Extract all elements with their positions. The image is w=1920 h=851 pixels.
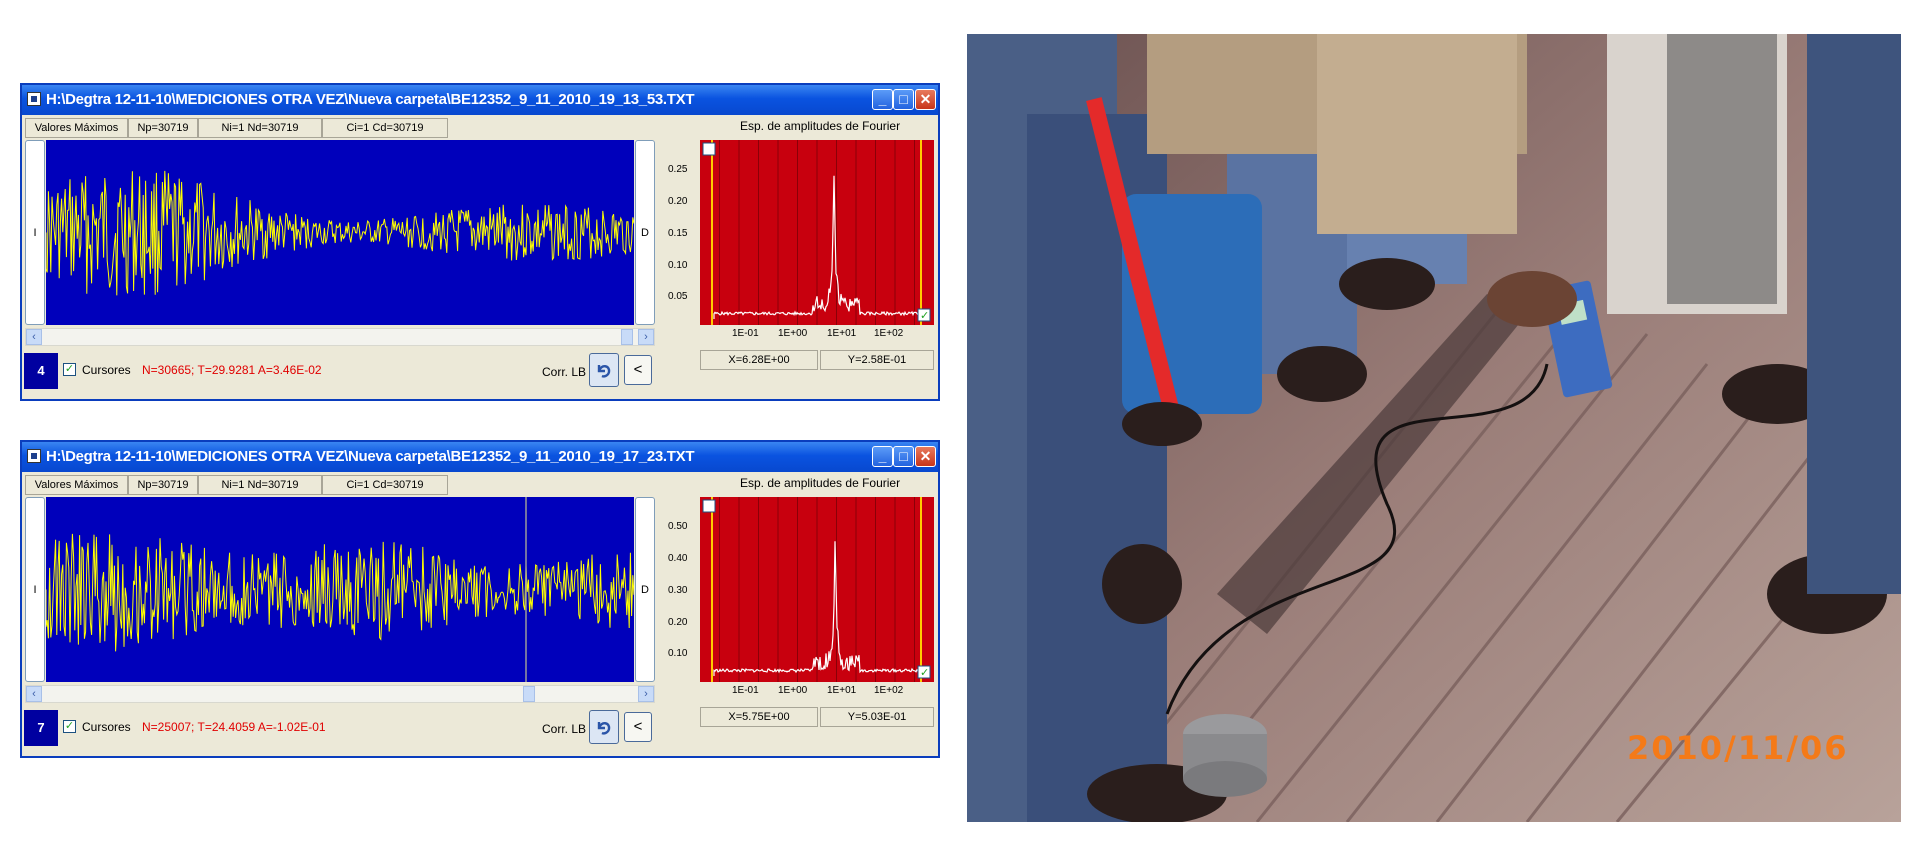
- scroll-left-arrow-icon[interactable]: ‹: [26, 329, 42, 345]
- channel-number: 7: [24, 710, 58, 746]
- fourier-spectrum-plot[interactable]: ✓: [700, 497, 934, 682]
- close-button[interactable]: ✕: [915, 89, 936, 110]
- fft-y-axis: 0.25 0.20 0.15 0.10 0.05: [662, 140, 702, 325]
- corr-lb-label: Corr. LB: [542, 722, 587, 736]
- y-tick-label: 0.15: [668, 228, 688, 239]
- y-tick-label: 0.25: [668, 164, 688, 175]
- y-tick-label: 0.50: [668, 521, 688, 532]
- ni-nd-field: Ni=1 Nd=30719: [198, 475, 322, 495]
- maximize-button[interactable]: □: [893, 446, 914, 467]
- fourier-spectrum-trace: ✓: [702, 497, 931, 682]
- scroll-left-arrow-icon[interactable]: ‹: [26, 686, 42, 702]
- left-cursor-handle[interactable]: I: [25, 497, 45, 682]
- right-cursor-handle[interactable]: D: [635, 140, 655, 325]
- cursores-checkbox[interactable]: ✓: [63, 363, 76, 376]
- undo-button[interactable]: [589, 710, 619, 744]
- x-tick-label: 1E+01: [827, 685, 857, 696]
- scroll-right-arrow-icon[interactable]: ›: [638, 329, 654, 345]
- left-cursor-handle[interactable]: I: [25, 140, 45, 325]
- horizontal-scrollbar[interactable]: ‹ ›: [25, 328, 655, 346]
- max-values-field[interactable]: Valores Máximos: [25, 475, 128, 495]
- field-measurement-photo: 2010/11/06: [967, 34, 1901, 822]
- title-bar[interactable]: H:\Degtra 12-11-10\MEDICIONES OTRA VEZ\N…: [22, 85, 938, 115]
- waveform-plot[interactable]: [46, 497, 634, 682]
- bottom-bar: 4 ✓ Cursores N=30665; T=29.9281 A=3.46E-…: [22, 350, 938, 398]
- np-field: Np=30719: [128, 118, 198, 138]
- x-tick-label: 1E-01: [732, 685, 759, 696]
- cursores-label: Cursores: [82, 363, 131, 377]
- minimize-button[interactable]: _: [872, 446, 893, 467]
- cursores-label: Cursores: [82, 720, 131, 734]
- bottom-bar: 7 ✓ Cursores N=25007; T=24.4059 A=-1.02E…: [22, 707, 938, 755]
- scroll-right-arrow-icon[interactable]: ›: [638, 686, 654, 702]
- y-tick-label: 0.30: [668, 585, 688, 596]
- x-tick-label: 1E+00: [778, 685, 808, 696]
- y-tick-label: 0.40: [668, 553, 688, 564]
- fft-title: Esp. de amplitudes de Fourier: [740, 476, 901, 490]
- window-title: H:\Degtra 12-11-10\MEDICIONES OTRA VEZ\N…: [46, 91, 695, 108]
- title-bar[interactable]: H:\Degtra 12-11-10\MEDICIONES OTRA VEZ\N…: [22, 442, 938, 472]
- fourier-spectrum-trace: ✓: [702, 140, 931, 325]
- app-icon[interactable]: [27, 449, 41, 463]
- close-button[interactable]: ✕: [915, 446, 936, 467]
- right-cursor-handle[interactable]: D: [635, 497, 655, 682]
- window-title: H:\Degtra 12-11-10\MEDICIONES OTRA VEZ\N…: [46, 448, 695, 465]
- previous-button[interactable]: <: [624, 712, 652, 742]
- cursor-stats: N=30665; T=29.9281 A=3.46E-02: [142, 363, 322, 377]
- ci-cd-field: Ci=1 Cd=30719: [322, 475, 448, 495]
- app-icon[interactable]: [27, 92, 41, 106]
- cursor-stats: N=25007; T=24.4059 A=-1.02E-01: [142, 720, 326, 734]
- x-tick-label: 1E+00: [778, 328, 808, 339]
- waveform-panel: I D: [25, 497, 655, 682]
- ci-cd-field: Ci=1 Cd=30719: [322, 118, 448, 138]
- horizontal-scrollbar[interactable]: ‹ ›: [25, 685, 655, 703]
- undo-icon: [597, 722, 611, 735]
- y-tick-label: 0.10: [668, 648, 688, 659]
- svg-text:✓: ✓: [920, 310, 929, 322]
- fft-y-axis: 0.50 0.40 0.30 0.20 0.10: [662, 497, 702, 682]
- undo-button[interactable]: [589, 353, 619, 387]
- y-tick-label: 0.05: [668, 291, 688, 302]
- x-tick-label: 1E+02: [874, 328, 904, 339]
- y-tick-label: 0.10: [668, 260, 688, 271]
- seismograph-window-2: H:\Degtra 12-11-10\MEDICIONES OTRA VEZ\N…: [20, 440, 940, 758]
- fft-x-axis: 1E-01 1E+00 1E+01 1E+02: [700, 685, 934, 701]
- ni-nd-field: Ni=1 Nd=30719: [198, 118, 322, 138]
- x-tick-label: 1E+02: [874, 685, 904, 696]
- fourier-spectrum-plot[interactable]: ✓: [700, 140, 934, 325]
- cursores-checkbox[interactable]: ✓: [63, 720, 76, 733]
- fft-top-checkbox[interactable]: [702, 142, 716, 156]
- photo-date-stamp: 2010/11/06: [1627, 729, 1849, 767]
- field-photo: 2010/11/06: [967, 34, 1901, 822]
- fft-title: Esp. de amplitudes de Fourier: [740, 119, 901, 133]
- minimize-button[interactable]: _: [872, 89, 893, 110]
- x-tick-label: 1E+01: [827, 328, 857, 339]
- undo-icon: [597, 365, 611, 378]
- svg-text:✓: ✓: [920, 667, 929, 679]
- fft-x-axis: 1E-01 1E+00 1E+01 1E+02: [700, 328, 934, 344]
- scroll-thumb[interactable]: [621, 329, 633, 345]
- y-tick-label: 0.20: [668, 196, 688, 207]
- previous-button[interactable]: <: [624, 355, 652, 385]
- maximize-button[interactable]: □: [893, 89, 914, 110]
- scroll-thumb[interactable]: [523, 686, 535, 702]
- seismograph-window-1: H:\Degtra 12-11-10\MEDICIONES OTRA VEZ\N…: [20, 83, 940, 401]
- waveform-trace: [46, 170, 634, 296]
- channel-number: 4: [24, 353, 58, 389]
- np-field: Np=30719: [128, 475, 198, 495]
- waveform-panel: I D: [25, 140, 655, 325]
- corr-lb-label: Corr. LB: [542, 365, 587, 379]
- max-values-field[interactable]: Valores Máximos: [25, 118, 128, 138]
- waveform-trace: [46, 497, 634, 682]
- fft-top-checkbox[interactable]: [702, 499, 716, 513]
- x-tick-label: 1E-01: [732, 328, 759, 339]
- y-tick-label: 0.20: [668, 617, 688, 628]
- waveform-plot[interactable]: [46, 140, 634, 325]
